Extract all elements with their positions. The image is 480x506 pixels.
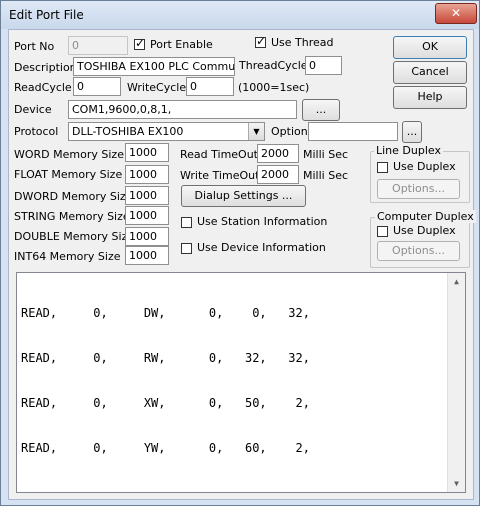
computer-duplex-title: Computer Duplex [375, 210, 476, 223]
use-device-info-label: Use Device Information [197, 241, 326, 254]
write-cycle-hint: (1000=1sec) [238, 81, 310, 94]
cancel-button[interactable]: Cancel [393, 61, 467, 84]
float-memory-field[interactable]: 1000 [125, 165, 169, 184]
help-button[interactable]: Help [393, 86, 467, 109]
dialup-settings-button[interactable]: Dialup Settings ... [181, 185, 306, 207]
port-config-editor[interactable]: READ, 0, DW, 0, 0, 32, READ, 0, RW, 0, 3… [16, 272, 466, 493]
word-memory-field[interactable]: 1000 [125, 143, 169, 162]
device-field[interactable]: COM1,9600,0,8,1, [68, 100, 297, 119]
protocol-select[interactable]: DLL-TOSHIBA EX100 ▼ [68, 122, 265, 141]
use-station-info-checkbox[interactable] [181, 217, 192, 228]
use-device-info-checkbox[interactable] [181, 243, 192, 254]
port-enable-label: Port Enable [150, 38, 213, 51]
double-memory-field[interactable]: 1000 [125, 227, 169, 246]
editor-line: READ, 0, RW, 0, 32, 32, [21, 351, 310, 365]
computer-duplex-options-button[interactable]: Options... [377, 241, 460, 261]
read-cycle-label: ReadCycle [14, 81, 72, 94]
write-timeout-label: Write TimeOut [180, 169, 260, 182]
editor-line: READ, 0, XW, 0, 50, 2, [21, 396, 310, 410]
write-timeout-field[interactable]: 2000 [257, 165, 299, 184]
double-memory-label: DOUBLE Memory Size [14, 230, 135, 243]
window-title: Edit Port File [9, 8, 84, 22]
description-label: Description [14, 61, 77, 74]
port-no-label: Port No [14, 40, 55, 53]
title-bar: Edit Port File ✕ [1, 1, 479, 29]
device-label: Device [14, 103, 52, 116]
int64-memory-label: INT64 Memory Size [14, 250, 121, 263]
line-duplex-options-button[interactable]: Options... [377, 179, 460, 199]
line-duplex-checkbox-label: Use Duplex [393, 160, 456, 173]
read-timeout-label: Read TimeOut [180, 148, 258, 161]
editor-lines: READ, 0, DW, 0, 0, 32, READ, 0, RW, 0, 3… [21, 276, 310, 486]
line-duplex-title: Line Duplex [374, 144, 443, 157]
read-timeout-field[interactable]: 2000 [257, 144, 299, 163]
line-duplex-checkbox[interactable] [377, 162, 388, 173]
chevron-down-icon[interactable]: ▼ [248, 123, 264, 140]
use-station-info-label: Use Station Information [197, 215, 328, 228]
string-memory-label: STRING Memory Size [14, 210, 130, 223]
read-cycle-field[interactable]: 0 [73, 77, 121, 96]
protocol-selected-value: DLL-TOSHIBA EX100 [72, 125, 184, 138]
computer-duplex-checkbox[interactable] [377, 226, 388, 237]
port-no-field[interactable]: 0 [68, 36, 128, 55]
read-timeout-unit: Milli Sec [303, 148, 349, 161]
dword-memory-label: DWORD Memory Size [14, 190, 133, 203]
checkmark-icon: ✓ [135, 36, 146, 50]
close-button[interactable]: ✕ [435, 3, 477, 24]
editor-vertical-scrollbar[interactable]: ▲ ▼ [447, 273, 465, 492]
description-field[interactable]: TOSHIBA EX100 PLC Communica [73, 57, 235, 76]
write-cycle-label: WriteCycle [127, 81, 187, 94]
checkmark-icon: ✓ [256, 34, 267, 48]
editor-line: READ, 0, DW, 0, 0, 32, [21, 306, 310, 320]
string-memory-field[interactable]: 1000 [125, 206, 169, 225]
float-memory-label: FLOAT Memory Size [14, 168, 123, 181]
option-field[interactable] [308, 122, 398, 141]
use-thread-checkbox[interactable]: ✓ [255, 34, 267, 48]
thread-cycle-field[interactable]: 0 [305, 56, 342, 75]
editor-line: READ, 0, YW, 0, 60, 2, [21, 441, 310, 455]
protocol-label: Protocol [14, 125, 59, 138]
scroll-down-arrow-icon[interactable]: ▼ [448, 475, 465, 492]
edit-port-file-dialog: Edit Port File ✕ Port No 0 ✓ Port Enable… [0, 0, 480, 506]
option-label: Option [271, 125, 308, 138]
dword-memory-field[interactable]: 1000 [125, 186, 169, 205]
ok-button[interactable]: OK [393, 36, 467, 59]
write-cycle-field[interactable]: 0 [186, 77, 234, 96]
thread-cycle-label: ThreadCycle [239, 59, 308, 72]
port-enable-checkbox[interactable]: ✓ [134, 36, 146, 50]
int64-memory-field[interactable]: 1000 [125, 246, 169, 265]
use-thread-label: Use Thread [271, 36, 334, 49]
option-browse-button[interactable]: ... [402, 121, 422, 143]
device-browse-button[interactable]: ... [302, 99, 340, 121]
word-memory-label: WORD Memory Size [14, 148, 124, 161]
computer-duplex-checkbox-label: Use Duplex [393, 224, 456, 237]
dialog-client-area: Port No 0 ✓ Port Enable ✓ Use Thread Des… [8, 29, 476, 500]
scroll-up-arrow-icon[interactable]: ▲ [448, 273, 465, 290]
write-timeout-unit: Milli Sec [303, 169, 349, 182]
